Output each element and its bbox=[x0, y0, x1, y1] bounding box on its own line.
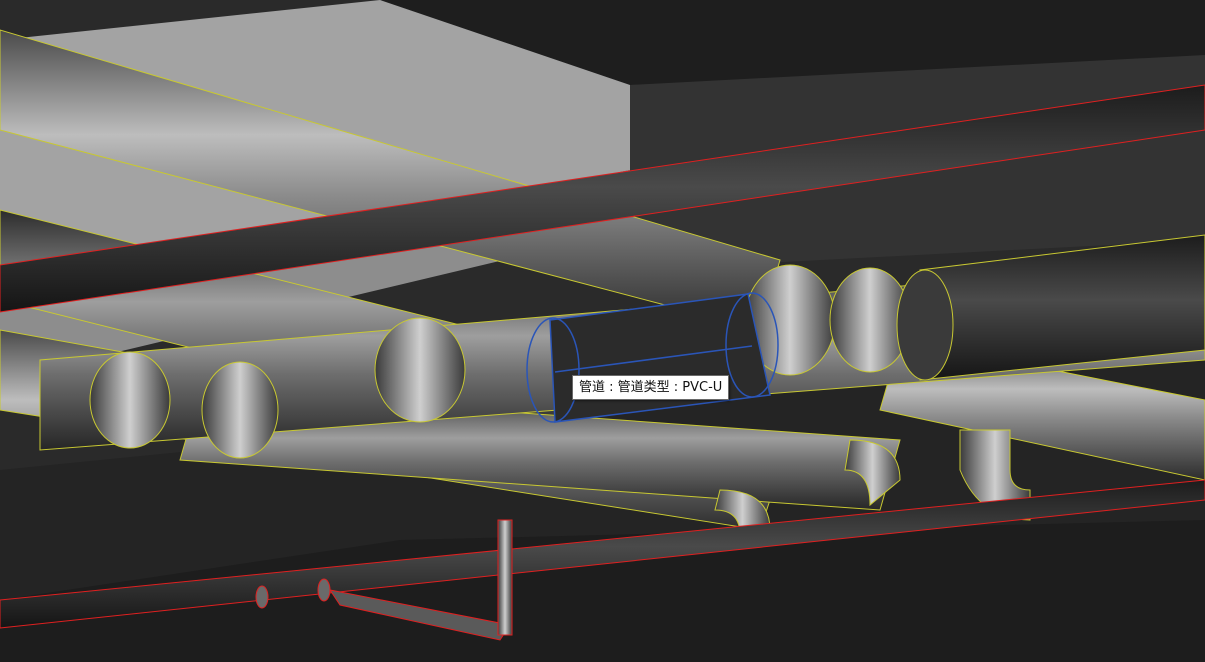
pipe-fitting bbox=[896, 269, 954, 381]
red-pipe-fitting bbox=[317, 578, 331, 602]
element-tooltip: 管道 : 管道类型 : PVC-U bbox=[572, 375, 730, 400]
pipe-fitting bbox=[374, 317, 466, 423]
pipe-fitting bbox=[201, 361, 279, 459]
red-pipe-riser bbox=[497, 519, 513, 636]
red-pipe-fitting bbox=[255, 585, 269, 609]
pipe-fitting bbox=[89, 351, 171, 449]
3d-viewport[interactable] bbox=[0, 0, 1205, 662]
